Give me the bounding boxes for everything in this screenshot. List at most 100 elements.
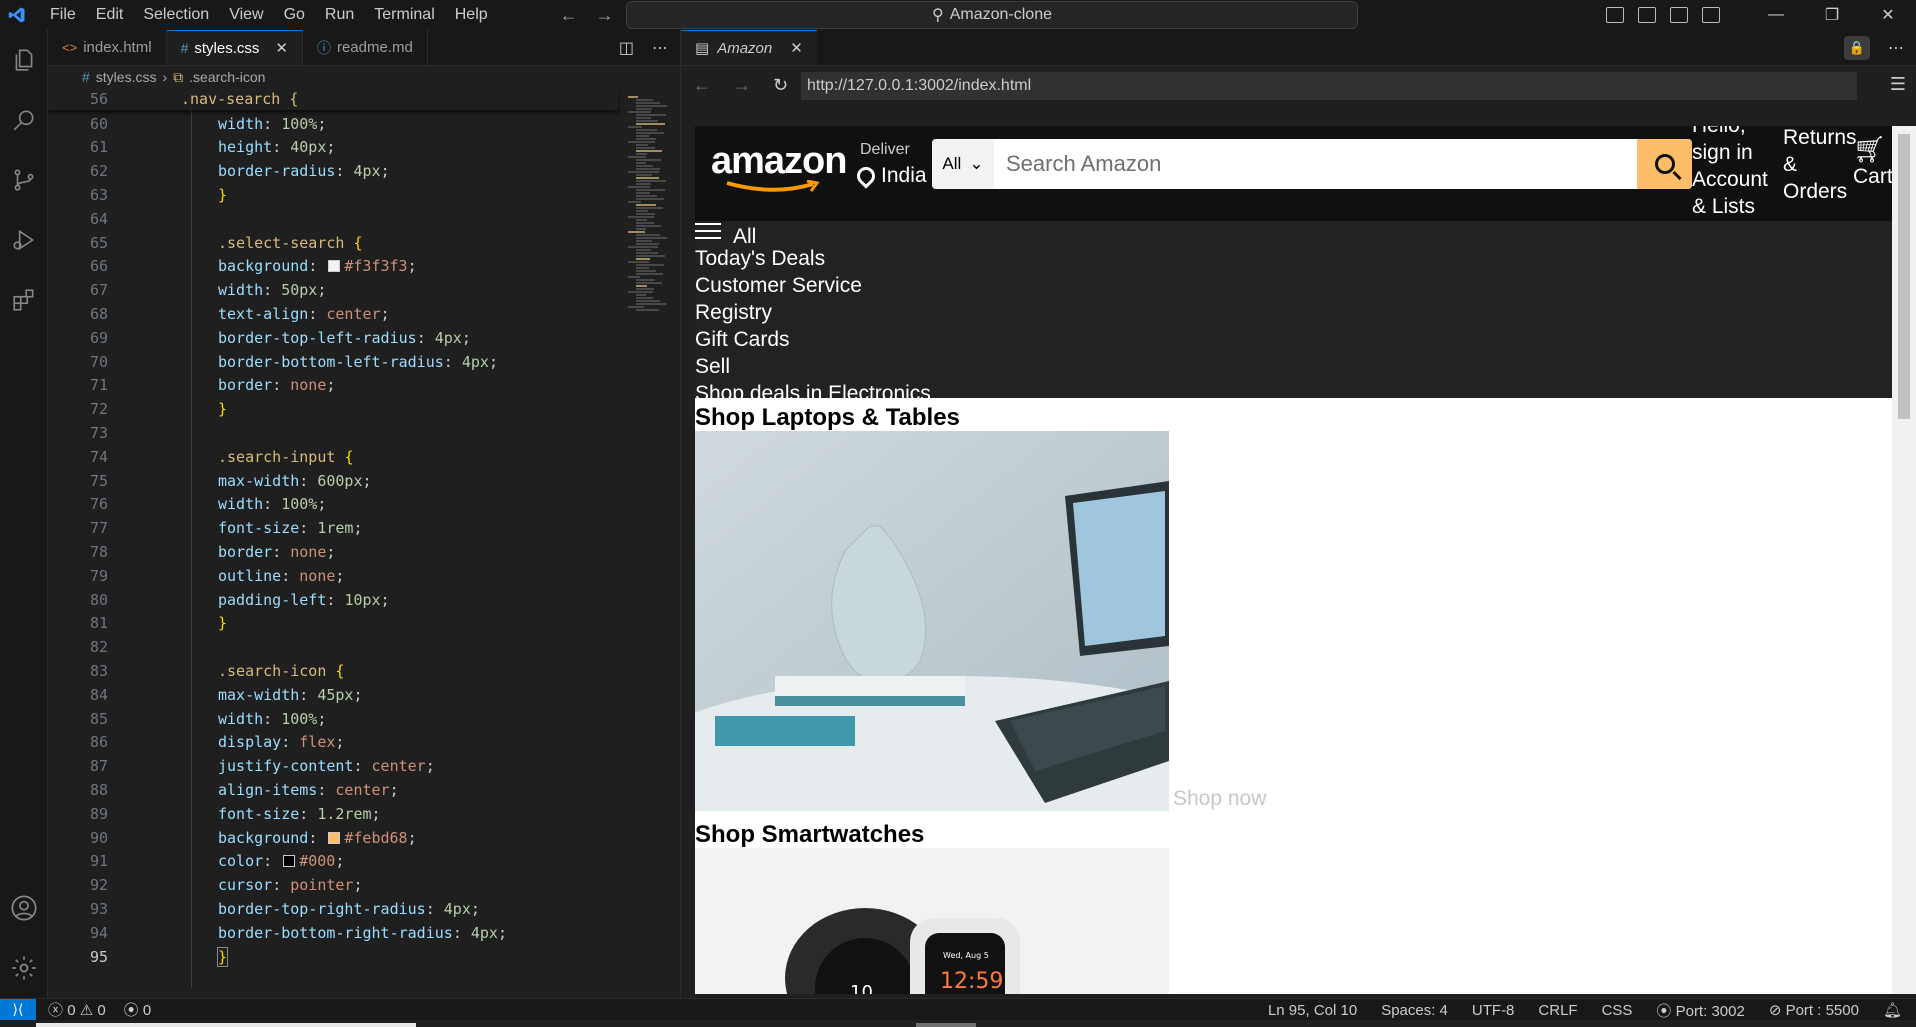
code-line[interactable]: 72} [48, 397, 618, 421]
tab-styles-css[interactable]: # styles.css ✕ [166, 30, 303, 65]
code-line[interactable]: 89 font-size: 1.2rem; [48, 802, 618, 826]
panel-link-registry[interactable]: Registry [695, 301, 772, 325]
close-window-button[interactable]: ✕ [1860, 0, 1916, 30]
code-line[interactable]: 75 max-width: 600px; [48, 469, 618, 493]
laptop-product-image[interactable] [695, 431, 1169, 811]
panel-link-customer-service[interactable]: Customer Service [695, 274, 862, 298]
cursor-position[interactable]: Ln 95, Col 10 [1268, 1002, 1357, 1019]
tab-index-html[interactable]: <> index.html [48, 30, 167, 65]
delivery-location[interactable]: India [853, 163, 927, 189]
forward-arrow-icon[interactable]: → [596, 5, 614, 26]
panel-link-todays-deals[interactable]: Today's Deals [695, 247, 825, 271]
more-actions-icon[interactable]: ⋯ [1888, 38, 1904, 58]
code-line[interactable]: 77 font-size: 1rem; [48, 516, 618, 540]
run-debug-icon[interactable] [0, 210, 48, 270]
code-line[interactable]: 78 border: none; [48, 540, 618, 564]
minimap[interactable] [628, 88, 680, 988]
search-input[interactable]: Search Amazon [994, 139, 1637, 189]
lock-group-icon[interactable]: 🔒 [1844, 36, 1870, 60]
split-editor-icon[interactable]: ◫ [619, 38, 634, 58]
source-control-icon[interactable] [0, 150, 48, 210]
code-line[interactable]: 86 display: flex; [48, 730, 618, 754]
command-center[interactable]: ⚲ Amazon-clone [626, 1, 1358, 29]
code-line[interactable]: 85 width: 100%; [48, 707, 618, 731]
code-line[interactable]: 60 width: 100%; [48, 112, 618, 136]
browser-menu-icon[interactable]: ☰ [1890, 74, 1906, 95]
cart[interactable]: 🛒︎ Cart [1853, 134, 1892, 189]
code-line[interactable]: 64 [48, 207, 618, 231]
code-line[interactable]: 79 outline: none; [48, 564, 618, 588]
encoding[interactable]: UTF-8 [1472, 1002, 1515, 1019]
code-line[interactable]: 82 [48, 635, 618, 659]
url-input[interactable]: http://127.0.0.1:3002/index.html [801, 72, 1857, 100]
code-line[interactable]: 74 .search-input { [48, 445, 618, 469]
color-swatch-icon[interactable] [328, 260, 341, 273]
menu-selection[interactable]: Selection [133, 0, 219, 30]
language-mode[interactable]: CSS [1602, 1002, 1633, 1019]
code-line[interactable]: 71 border: none; [48, 373, 618, 397]
panel-all-menu[interactable]: All [695, 223, 756, 249]
panel-link-gift-cards[interactable]: Gift Cards [695, 328, 790, 352]
menu-terminal[interactable]: Terminal [364, 0, 444, 30]
code-line[interactable]: 61 height: 40px; [48, 135, 618, 159]
accounts-icon[interactable] [0, 878, 48, 938]
code-line[interactable]: 69 border-top-left-radius: 4px; [48, 326, 618, 350]
restore-button[interactable]: ❐ [1804, 0, 1860, 30]
code-line[interactable]: 66 background: #f3f3f3; [48, 254, 618, 278]
code-line[interactable]: 67 width: 50px; [48, 278, 618, 302]
back-arrow-icon[interactable]: ← [560, 5, 578, 26]
settings-gear-icon[interactable] [0, 938, 48, 998]
code-line[interactable]: 87 justify-content: center; [48, 754, 618, 778]
search-button[interactable] [1637, 139, 1692, 189]
code-line[interactable]: 65 .select-search { [48, 231, 618, 255]
smartwatch-product-image[interactable]: 10 Wed, Aug 5 12:59 [695, 848, 1169, 994]
code-line[interactable]: 80 padding-left: 10px; [48, 588, 618, 612]
menu-go[interactable]: Go [274, 0, 315, 30]
live-server-port[interactable]: ⊘ Port : 5500 [1769, 1001, 1859, 1019]
toggle-primary-sidebar-icon[interactable] [1606, 7, 1624, 23]
select-search[interactable]: All ⌄ [932, 139, 994, 189]
page-scrollbar[interactable] [1892, 126, 1916, 994]
amazon-logo[interactable]: amazon [711, 142, 847, 192]
customize-layout-icon[interactable] [1702, 7, 1720, 23]
panel-link-electronics-deals[interactable]: Shop deals in Electronics [695, 382, 931, 406]
menu-file[interactable]: File [40, 0, 86, 30]
end-of-line[interactable]: CRLF [1538, 1002, 1577, 1019]
returns-orders[interactable]: Returns & Orders [1783, 126, 1863, 205]
tab-readme-md[interactable]: ⓘ readme.md [303, 30, 428, 65]
breadcrumb-file[interactable]: styles.css [96, 69, 157, 85]
close-tab-icon[interactable]: ✕ [790, 39, 803, 57]
scrollbar-thumb[interactable] [1898, 134, 1910, 419]
notifications-bell-icon[interactable]: 🔔︎ [1883, 1001, 1902, 1019]
code-line[interactable]: 73 [48, 421, 618, 445]
tab-amazon-preview[interactable]: ▤ Amazon ✕ [681, 30, 817, 65]
server-port[interactable]: ⦿ Port: 3002 [1656, 1000, 1744, 1021]
code-line[interactable]: 81} [48, 611, 618, 635]
code-line[interactable]: 68 text-align: center; [48, 302, 618, 326]
code-line[interactable]: 95} [48, 945, 618, 969]
reload-icon[interactable]: ↻ [773, 75, 788, 96]
explorer-icon[interactable] [0, 30, 48, 90]
panel-link-sell[interactable]: Sell [695, 355, 730, 379]
toggle-secondary-sidebar-icon[interactable] [1670, 7, 1688, 23]
code-line[interactable]: 76 width: 100%; [48, 492, 618, 516]
close-tab-icon[interactable]: ✕ [275, 39, 288, 57]
remote-indicator-icon[interactable]: ⟩⟨ [0, 998, 36, 1021]
ports-indicator[interactable]: ⦿ 0 [124, 999, 152, 1020]
menu-view[interactable]: View [219, 0, 273, 30]
code-editor[interactable]: 56 .nav-search { 60 width: 100%; 61 height:… [48, 88, 680, 988]
browser-forward-icon[interactable]: → [733, 75, 751, 96]
code-line[interactable]: 83 .search-icon { [48, 659, 618, 683]
code-line[interactable]: 70 border-bottom-left-radius: 4px; [48, 350, 618, 374]
browser-back-icon[interactable]: ← [693, 75, 711, 96]
code-line[interactable]: 84 max-width: 45px; [48, 683, 618, 707]
breadcrumb-symbol[interactable]: .search-icon [189, 69, 265, 85]
search-view-icon[interactable] [0, 90, 48, 150]
color-swatch-icon[interactable] [328, 831, 341, 844]
code-line[interactable]: 63} [48, 183, 618, 207]
code-line[interactable]: 92 cursor: pointer; [48, 873, 618, 897]
code-line[interactable]: 93 border-top-right-radius: 4px; [48, 897, 618, 921]
code-line[interactable]: 88 align-items: center; [48, 778, 618, 802]
code-line[interactable]: 90 background: #febd68; [48, 826, 618, 850]
code-line[interactable]: 91 color: #000; [48, 849, 618, 873]
